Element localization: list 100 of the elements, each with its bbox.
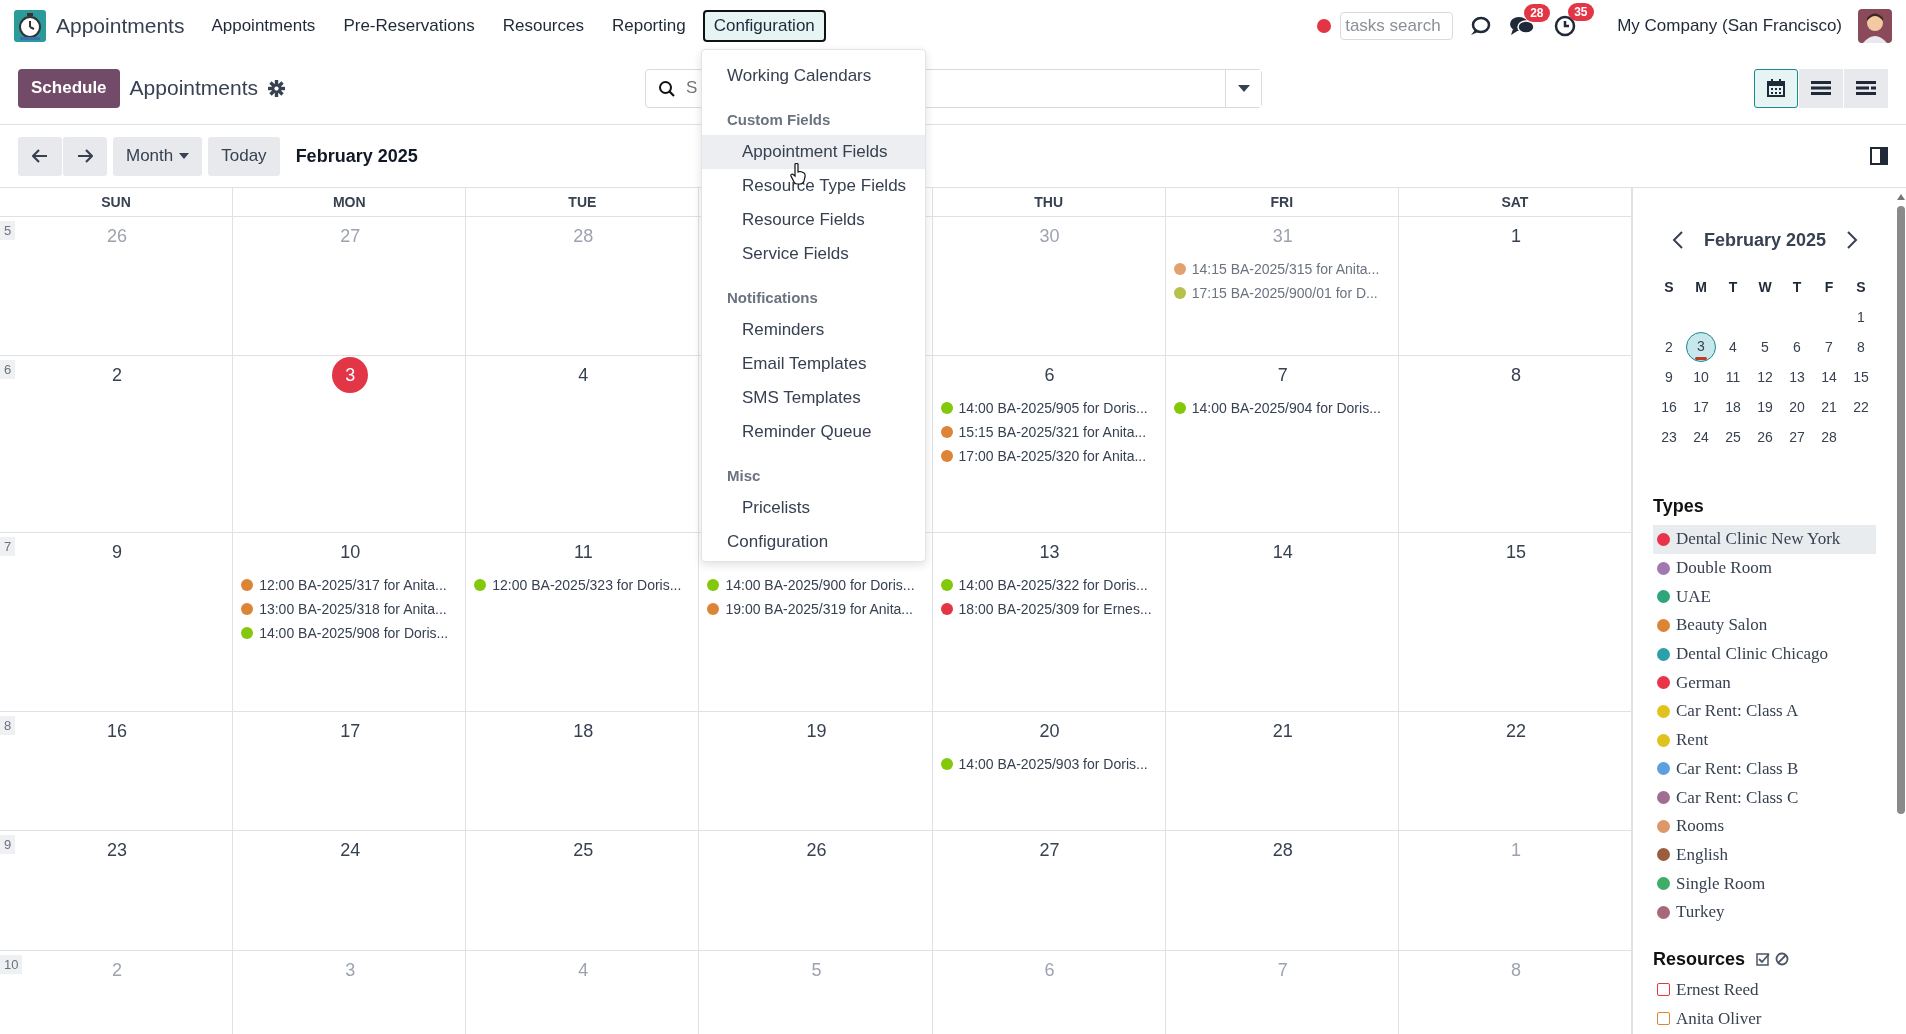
- app-name[interactable]: Appointments: [56, 14, 185, 38]
- view-switch-button[interactable]: [1754, 68, 1798, 108]
- event-title[interactable]: 14:00 BA-2025/908 for Doris...: [259, 625, 449, 641]
- menu-item[interactable]: Resource Type Fields: [702, 169, 925, 203]
- day-number[interactable]: 28: [1264, 832, 1301, 868]
- resource-checkbox[interactable]: [1657, 983, 1670, 997]
- chat-icon[interactable]: [1509, 15, 1536, 37]
- next-month-icon[interactable]: [1846, 231, 1859, 249]
- next-button[interactable]: [63, 136, 107, 176]
- type-filter-item[interactable]: Turkey: [1653, 897, 1876, 927]
- day-number[interactable]: 24: [332, 832, 369, 868]
- mini-calendar-day[interactable]: 18: [1717, 392, 1749, 422]
- view-switch-button[interactable]: [1799, 68, 1843, 108]
- mini-calendar-day[interactable]: 7: [1813, 332, 1845, 362]
- event-title[interactable]: 17:00 BA-2025/320 for Anita...: [958, 448, 1147, 464]
- type-filter-item[interactable]: Car Rent: Class B: [1653, 754, 1876, 784]
- type-filter-item[interactable]: Car Rent: Class A: [1653, 697, 1876, 726]
- nav-menu-item[interactable]: Appointments: [200, 10, 327, 42]
- mini-calendar-day[interactable]: 19: [1749, 392, 1781, 422]
- mini-calendar-day[interactable]: 9: [1653, 362, 1685, 392]
- app-logo-icon[interactable]: [14, 10, 46, 42]
- mini-calendar-day[interactable]: 1: [1845, 302, 1877, 332]
- type-filter-item[interactable]: Beauty Salon: [1653, 611, 1876, 640]
- day-number[interactable]: 11: [565, 534, 602, 570]
- day-number[interactable]: 18: [565, 713, 602, 749]
- mini-calendar-day[interactable]: 25: [1717, 422, 1749, 452]
- mini-calendar-day[interactable]: 6: [1781, 332, 1813, 362]
- day-number[interactable]: 13: [1031, 534, 1068, 570]
- day-number[interactable]: 15: [1497, 534, 1534, 570]
- mini-calendar-day[interactable]: 22: [1845, 392, 1877, 422]
- nav-menu-item[interactable]: Configuration: [702, 10, 826, 42]
- event-title[interactable]: 12:00 BA-2025/317 for Anita...: [259, 577, 447, 593]
- event-title[interactable]: 14:00 BA-2025/905 for Doris...: [958, 400, 1148, 416]
- today-button[interactable]: Today: [208, 136, 280, 176]
- type-filter-item[interactable]: UAE: [1653, 582, 1876, 612]
- menu-item[interactable]: Configuration: [702, 525, 925, 559]
- search-options-toggle[interactable]: [1225, 69, 1261, 107]
- type-filter-item[interactable]: Dental Clinic Chicago: [1653, 639, 1876, 669]
- day-number[interactable]: 1: [1497, 218, 1534, 254]
- nav-menu-item[interactable]: Reporting: [600, 10, 697, 42]
- user-avatar[interactable]: [1858, 9, 1892, 43]
- resource-checkbox[interactable]: [1657, 1012, 1670, 1026]
- event-title[interactable]: 13:00 BA-2025/318 for Anita...: [259, 601, 447, 617]
- type-filter-item[interactable]: Rooms: [1653, 811, 1876, 841]
- mini-calendar-day[interactable]: 27: [1781, 422, 1813, 452]
- type-filter-item[interactable]: Dental Clinic New York: [1653, 525, 1876, 554]
- event-title[interactable]: 15:15 BA-2025/321 for Anita...: [958, 424, 1147, 440]
- menu-item[interactable]: Appointment Fields: [702, 135, 925, 169]
- clock-icon[interactable]: [1553, 14, 1578, 38]
- mini-calendar-day[interactable]: 16: [1653, 392, 1685, 422]
- day-number[interactable]: 21: [1264, 713, 1301, 749]
- mini-calendar-day[interactable]: 26: [1749, 422, 1781, 452]
- event-title[interactable]: 19:00 BA-2025/319 for Anita...: [725, 601, 913, 617]
- previous-button[interactable]: [18, 136, 62, 176]
- day-number[interactable]: 9: [99, 534, 136, 570]
- company-switcher[interactable]: My Company (San Francisco): [1617, 16, 1842, 36]
- type-filter-item[interactable]: English: [1653, 840, 1876, 870]
- day-number[interactable]: 3: [332, 357, 369, 393]
- day-number[interactable]: 17: [332, 713, 369, 749]
- mini-calendar-day[interactable]: 28: [1813, 422, 1845, 452]
- day-number[interactable]: 20: [1031, 713, 1068, 749]
- event-title[interactable]: 14:15 BA-2025/315 for Anita...: [1191, 261, 1380, 277]
- day-number[interactable]: 22: [1497, 713, 1534, 749]
- mini-calendar-day[interactable]: 2: [1653, 332, 1685, 362]
- loop-icon[interactable]: [1469, 15, 1492, 37]
- mini-calendar-day[interactable]: 5: [1749, 332, 1781, 362]
- day-number[interactable]: 26: [798, 832, 835, 868]
- view-switch-button[interactable]: [1844, 68, 1888, 108]
- type-filter-item[interactable]: German: [1653, 668, 1876, 698]
- previous-month-icon[interactable]: [1671, 231, 1684, 249]
- menu-item[interactable]: Resource Fields: [702, 203, 925, 237]
- mini-calendar-day[interactable]: 17: [1685, 392, 1717, 422]
- resource-label[interactable]: Ernest Reed: [1676, 979, 1759, 1000]
- mini-calendar-day[interactable]: 24: [1685, 422, 1717, 452]
- mini-calendar-day[interactable]: 8: [1845, 332, 1877, 362]
- menu-item[interactable]: SMS Templates: [702, 381, 925, 415]
- type-filter-item[interactable]: Single Room: [1653, 869, 1876, 898]
- event-title[interactable]: 14:00 BA-2025/322 for Doris...: [958, 577, 1148, 593]
- event-title[interactable]: 14:00 BA-2025/900 for Doris...: [725, 577, 915, 593]
- mini-calendar-day[interactable]: 10: [1685, 362, 1717, 392]
- day-number[interactable]: 14: [1264, 534, 1301, 570]
- select-all-icon[interactable]: [1756, 952, 1771, 967]
- menu-item[interactable]: Reminder Queue: [702, 415, 925, 449]
- mini-calendar-day[interactable]: 3: [1686, 332, 1716, 362]
- nav-menu-item[interactable]: Resources: [491, 10, 595, 42]
- event-title[interactable]: 12:00 BA-2025/323 for Doris...: [492, 577, 682, 593]
- nav-menu-item[interactable]: Pre-Reservations: [332, 10, 486, 42]
- event-title[interactable]: 17:15 BA-2025/900/01 for D...: [1191, 285, 1378, 301]
- scroll-up-icon[interactable]: [1897, 194, 1905, 200]
- mini-calendar-day[interactable]: 13: [1781, 362, 1813, 392]
- mini-calendar-day[interactable]: 21: [1813, 392, 1845, 422]
- mini-calendar-day[interactable]: 15: [1845, 362, 1877, 392]
- tasks-search-field[interactable]: tasks search: [1340, 12, 1454, 40]
- day-number[interactable]: 19: [798, 713, 835, 749]
- day-number[interactable]: 6: [1031, 357, 1068, 393]
- type-filter-item[interactable]: Double Room: [1653, 553, 1876, 583]
- event-title[interactable]: 14:00 BA-2025/904 for Doris...: [1191, 400, 1381, 416]
- menu-item[interactable]: Service Fields: [702, 237, 925, 271]
- clear-selection-icon[interactable]: [1775, 952, 1790, 967]
- day-number[interactable]: 23: [99, 832, 136, 868]
